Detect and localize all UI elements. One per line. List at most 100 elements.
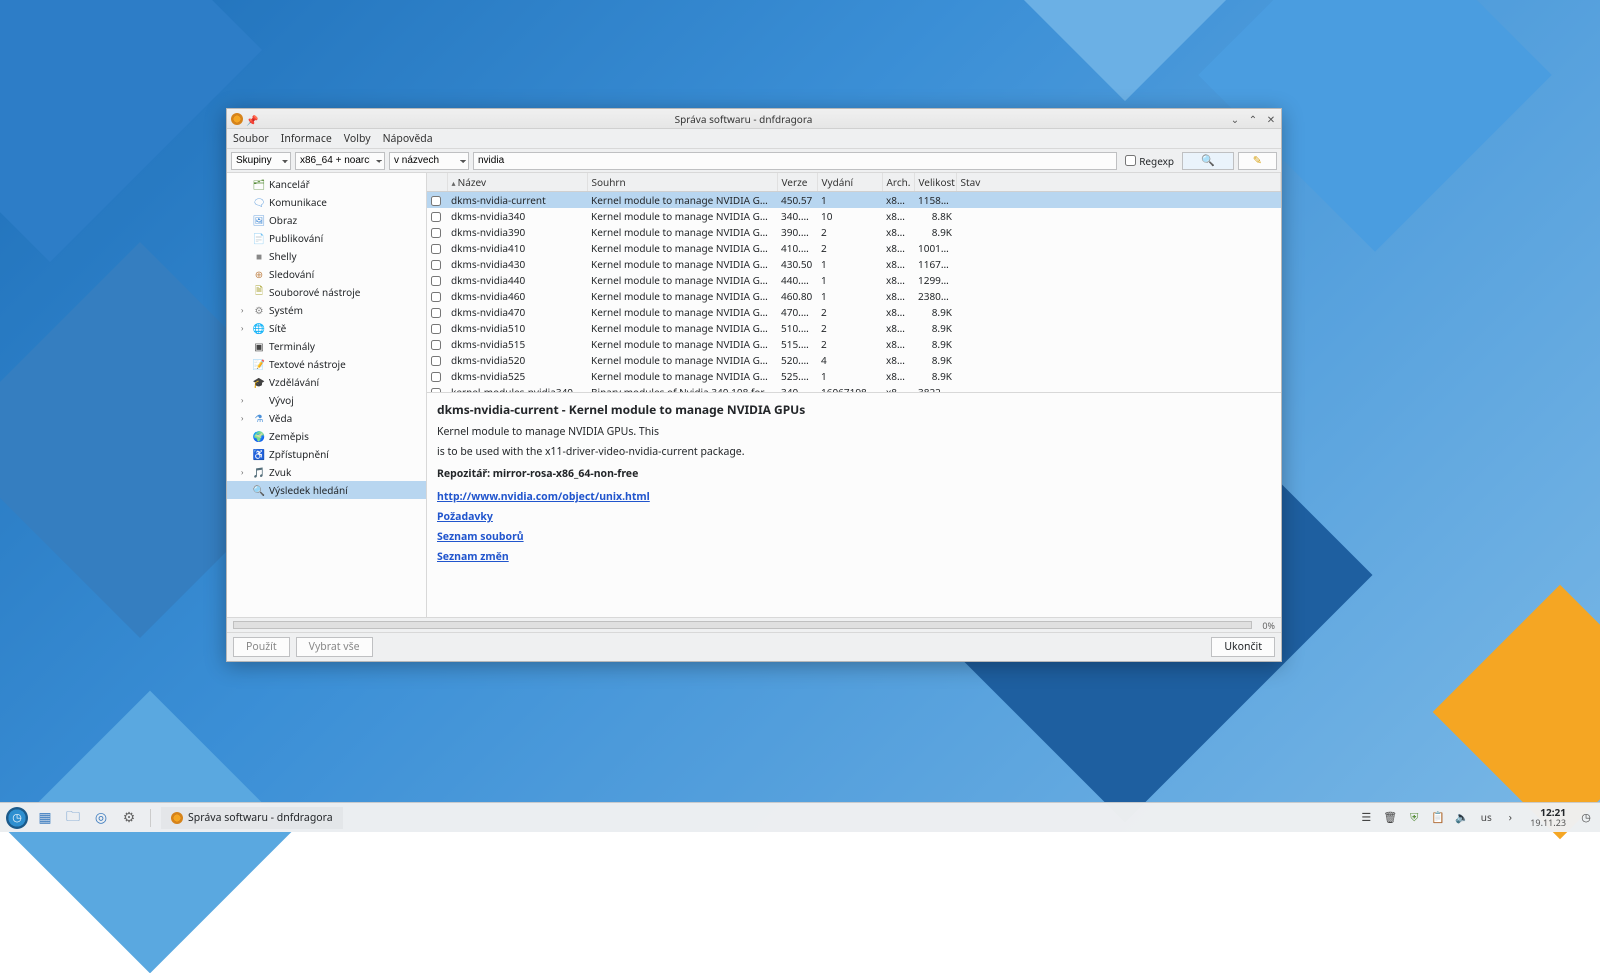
- row-checkbox[interactable]: [431, 292, 441, 302]
- sidebar-item[interactable]: 🌍Zeměpis: [227, 427, 426, 445]
- col-checkbox[interactable]: [427, 173, 447, 192]
- cell-arch: x86_64: [882, 240, 914, 256]
- sidebar-item[interactable]: 🖼Obraz: [227, 211, 426, 229]
- close-button[interactable]: ✕: [1265, 112, 1277, 126]
- tray-trash-icon[interactable]: 🗑: [1382, 809, 1398, 825]
- table-row[interactable]: dkms-nvidia515Kernel module to manage NV…: [427, 336, 1281, 352]
- pin-icon[interactable]: 📌: [246, 113, 258, 125]
- sidebar-item[interactable]: ›⚙Systém: [227, 301, 426, 319]
- col-size[interactable]: Velikost: [914, 173, 956, 192]
- sidebar-item[interactable]: 🎓Vzdělávání: [227, 373, 426, 391]
- sidebar-item[interactable]: 🗨Komunikace: [227, 193, 426, 211]
- table-row[interactable]: dkms-nvidia440Kernel module to manage NV…: [427, 272, 1281, 288]
- category-tree[interactable]: 🗂Kancelář🗨Komunikace🖼Obraz📄Publikování■S…: [227, 173, 427, 617]
- sidebar-item[interactable]: 📄Publikování: [227, 229, 426, 247]
- table-row[interactable]: dkms-nvidia340Kernel module to manage NV…: [427, 208, 1281, 224]
- maximize-button[interactable]: ⌃: [1247, 112, 1259, 126]
- settings-icon[interactable]: ⚙: [118, 807, 140, 829]
- file-manager-icon[interactable]: 🗀: [62, 807, 84, 829]
- table-row[interactable]: dkms-nvidia-currentKernel module to mana…: [427, 192, 1281, 209]
- row-checkbox[interactable]: [431, 356, 441, 366]
- quit-button[interactable]: Ukončit: [1211, 637, 1275, 657]
- sidebar-item[interactable]: 🗂Kancelář: [227, 175, 426, 193]
- table-row[interactable]: dkms-nvidia525Kernel module to manage NV…: [427, 368, 1281, 384]
- row-checkbox[interactable]: [431, 212, 441, 222]
- filter-groups[interactable]: Skupiny: [231, 152, 291, 170]
- filter-arch[interactable]: x86_64 + noarch: [295, 152, 385, 170]
- detail-url[interactable]: http://www.nvidia.com/object/unix.html: [437, 490, 650, 506]
- sidebar-item-label: Sledování: [269, 267, 314, 281]
- titlebar[interactable]: 📌 Správa softwaru - dnfdragora ⌄ ⌃ ✕: [227, 109, 1281, 129]
- detail-link-requirements[interactable]: Požadavky: [437, 510, 493, 526]
- detail-link-filelist[interactable]: Seznam souborů: [437, 530, 524, 546]
- cell-summary: Kernel module to manage NVIDIA GPUs: [587, 208, 777, 224]
- detail-link-changelog[interactable]: Seznam změn: [437, 550, 509, 566]
- browser-icon[interactable]: ◎: [90, 807, 112, 829]
- menu-help[interactable]: Nápověda: [383, 132, 433, 146]
- row-checkbox[interactable]: [431, 388, 441, 392]
- sidebar-item[interactable]: ⊕Sledování: [227, 265, 426, 283]
- cell-size: 8.9K: [914, 224, 956, 240]
- row-checkbox[interactable]: [431, 340, 441, 350]
- col-summary[interactable]: Souhrn: [587, 173, 777, 192]
- sidebar-item[interactable]: ■Shelly: [227, 247, 426, 265]
- row-checkbox[interactable]: [431, 196, 441, 206]
- sidebar-item[interactable]: 📝Textové nástroje: [227, 355, 426, 373]
- sidebar-item[interactable]: 🗎Souborové nástroje: [227, 283, 426, 301]
- sidebar-item[interactable]: ♿Zpřístupnění: [227, 445, 426, 463]
- category-icon: 📝: [253, 358, 265, 370]
- row-checkbox[interactable]: [431, 260, 441, 270]
- tray-clipboard-icon[interactable]: 📋: [1430, 809, 1446, 825]
- sidebar-item[interactable]: ›⚗Věda: [227, 409, 426, 427]
- tray-expand-icon[interactable]: ›: [1502, 809, 1518, 825]
- package-table[interactable]: Název Souhrn Verze Vydání Arch. Velikost…: [427, 173, 1281, 393]
- tray-menu-icon[interactable]: ☰: [1358, 809, 1374, 825]
- cell-version: 515.86.01: [777, 336, 817, 352]
- menu-options[interactable]: Volby: [344, 132, 371, 146]
- apply-button[interactable]: Použít: [233, 637, 290, 657]
- tray-volume-icon[interactable]: 🔈: [1454, 809, 1470, 825]
- menu-info[interactable]: Informace: [281, 132, 332, 146]
- clock[interactable]: 12:21 19.11.23: [1530, 807, 1566, 828]
- tray-session-icon[interactable]: ◷: [1578, 809, 1594, 825]
- table-row[interactable]: dkms-nvidia460Kernel module to manage NV…: [427, 288, 1281, 304]
- col-arch[interactable]: Arch.: [882, 173, 914, 192]
- sidebar-item[interactable]: ▣Terminály: [227, 337, 426, 355]
- row-checkbox[interactable]: [431, 244, 441, 254]
- table-row[interactable]: kernel-modules-nvidia340-5.10-genericBin…: [427, 384, 1281, 392]
- taskview-icon[interactable]: ▦: [34, 807, 56, 829]
- magic-button[interactable]: ✎: [1238, 152, 1277, 170]
- col-release[interactable]: Vydání: [817, 173, 882, 192]
- start-button[interactable]: ◷: [6, 807, 28, 829]
- col-name[interactable]: Název: [447, 173, 587, 192]
- search-input[interactable]: [473, 152, 1117, 170]
- regexp-toggle[interactable]: Regexp: [1125, 154, 1174, 168]
- table-row[interactable]: dkms-nvidia390Kernel module to manage NV…: [427, 224, 1281, 240]
- row-checkbox[interactable]: [431, 324, 441, 334]
- sidebar-item[interactable]: ›Vývoj: [227, 391, 426, 409]
- row-checkbox[interactable]: [431, 308, 441, 318]
- regexp-checkbox[interactable]: [1125, 155, 1136, 166]
- table-row[interactable]: dkms-nvidia470Kernel module to manage NV…: [427, 304, 1281, 320]
- filter-searchtype[interactable]: v názvech: [389, 152, 469, 170]
- taskbar-task-dnfdragora[interactable]: Správa softwaru - dnfdragora: [161, 807, 343, 829]
- col-version[interactable]: Verze: [777, 173, 817, 192]
- table-row[interactable]: dkms-nvidia510Kernel module to manage NV…: [427, 320, 1281, 336]
- search-button[interactable]: 🔍: [1182, 152, 1234, 170]
- sidebar-item[interactable]: ›🌐Sítě: [227, 319, 426, 337]
- menu-file[interactable]: Soubor: [233, 132, 269, 146]
- cell-name: dkms-nvidia430: [447, 256, 587, 272]
- sidebar-item[interactable]: ›🎵Zvuk: [227, 463, 426, 481]
- row-checkbox[interactable]: [431, 372, 441, 382]
- row-checkbox[interactable]: [431, 228, 441, 238]
- minimize-button[interactable]: ⌄: [1229, 112, 1241, 126]
- col-status[interactable]: Stav: [956, 173, 1281, 192]
- table-row[interactable]: dkms-nvidia410Kernel module to manage NV…: [427, 240, 1281, 256]
- row-checkbox[interactable]: [431, 276, 441, 286]
- select-all-button[interactable]: Vybrat vše: [296, 637, 373, 657]
- sidebar-item[interactable]: 🔍Výsledek hledání: [227, 481, 426, 499]
- table-row[interactable]: dkms-nvidia430Kernel module to manage NV…: [427, 256, 1281, 272]
- table-row[interactable]: dkms-nvidia520Kernel module to manage NV…: [427, 352, 1281, 368]
- tray-shield-icon[interactable]: ⛨: [1406, 809, 1422, 825]
- tray-keyboard-icon[interactable]: us: [1478, 809, 1494, 825]
